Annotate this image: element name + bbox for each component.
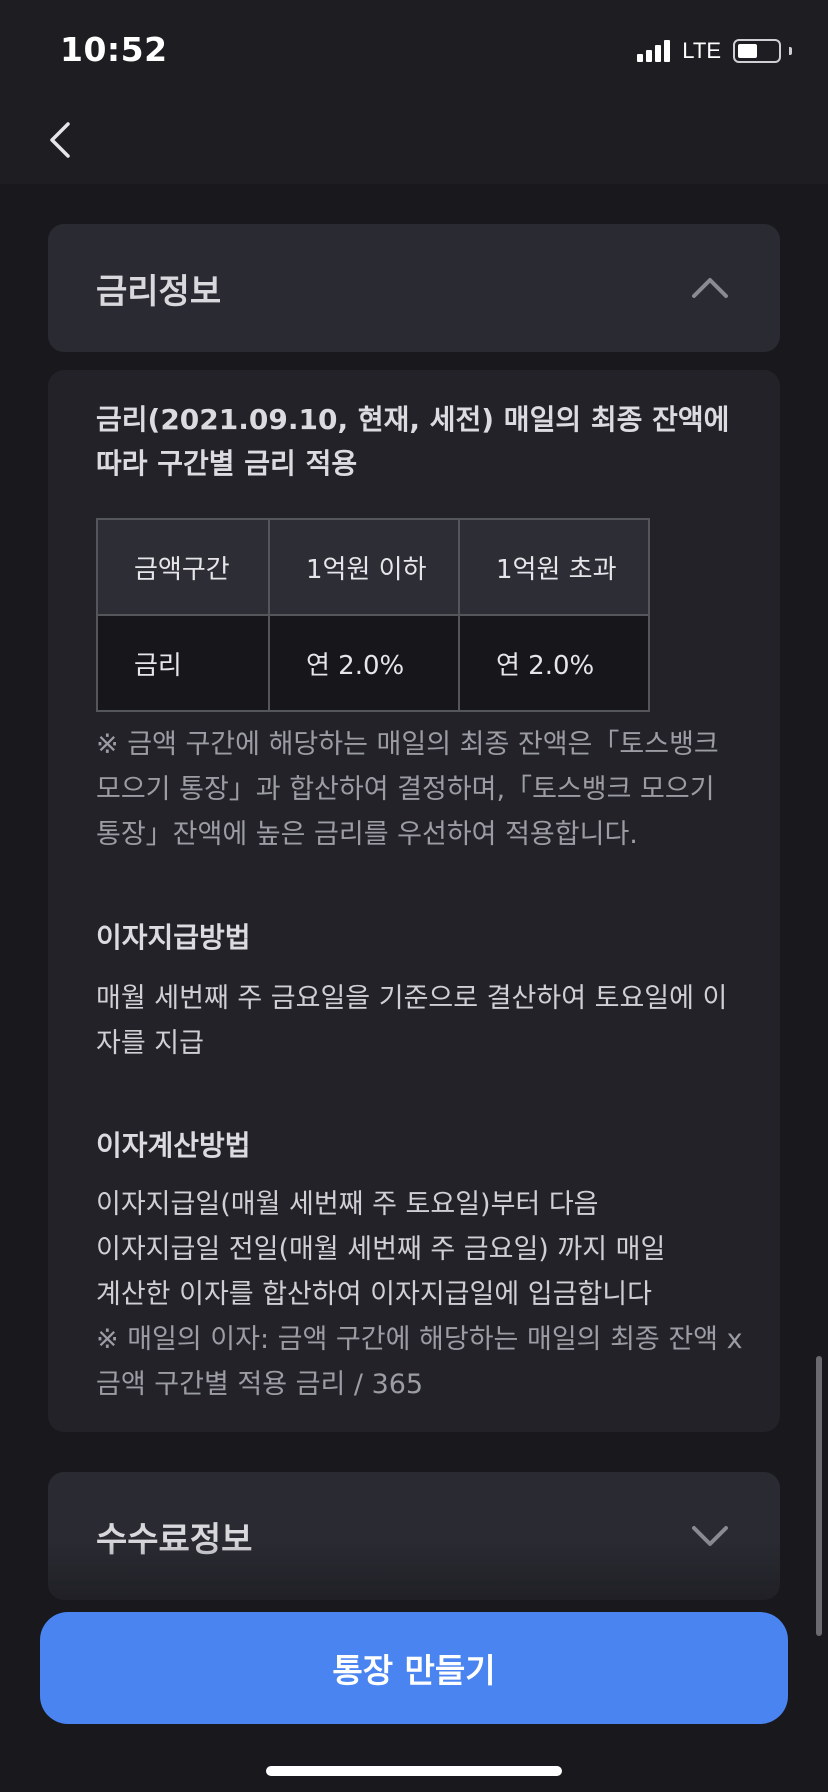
nav-bar — [0, 96, 828, 184]
rate-note: ※ 금액 구간에 해당하는 매일의 최종 잔액은「토스뱅크 모으기 통장」과 합… — [96, 729, 719, 850]
status-bar: 10:52 LTE — [0, 0, 828, 96]
calculation-line-2: 이자지급일 전일(매월 세번째 주 금요일) 까지 매일 — [96, 1234, 666, 1265]
rate-table: 금액구간 1억원 이하 1억원 초과 금리 연 2.0% 연 2.0% — [96, 518, 650, 712]
create-account-button[interactable]: 통장 만들기 — [40, 1612, 788, 1724]
table-header-cell: 1억원 이하 — [268, 518, 460, 616]
chevron-up-icon[interactable] — [690, 270, 730, 306]
rate-section-header[interactable]: 금리정보 — [48, 224, 780, 352]
table-row: 금리 연 2.0% 연 2.0% — [96, 614, 650, 712]
home-indicator — [266, 1766, 562, 1776]
table-header-cell: 1억원 초과 — [458, 518, 650, 616]
payment-method-text: 매월 세번째 주 금요일을 기준으로 결산하여 토요일에 이자를 지급 — [96, 983, 728, 1059]
scrollbar[interactable] — [816, 1356, 822, 1636]
table-cell: 금리 — [96, 614, 270, 712]
table-cell: 연 2.0% — [458, 614, 650, 712]
calculation-method-title: 이자계산방법 — [96, 1129, 251, 1162]
calculation-line-3: 계산한 이자를 합산하여 이자지급일에 입금합니다 — [96, 1279, 652, 1310]
rate-section-title: 금리정보 — [96, 272, 222, 312]
table-header-cell: 금액구간 — [96, 518, 270, 616]
fee-section-title: 수수료정보 — [96, 1520, 253, 1560]
calculation-line-1: 이자지급일(매월 세번째 주 토요일)부터 다음 — [96, 1189, 599, 1220]
status-time: 10:52 — [60, 30, 168, 69]
chevron-down-icon[interactable] — [690, 1518, 730, 1554]
battery-cap — [789, 47, 792, 55]
fee-section-header[interactable]: 수수료정보 — [48, 1472, 780, 1600]
table-cell: 연 2.0% — [268, 614, 460, 712]
payment-method-title: 이자지급방법 — [96, 921, 251, 954]
battery-icon — [733, 39, 781, 63]
rate-section-body: 금리(2021.09.10, 현재, 세전) 매일의 최종 잔액에 따라 구간별… — [48, 370, 780, 1432]
chevron-left-icon[interactable] — [42, 118, 82, 162]
table-header-row: 금액구간 1억원 이하 1억원 초과 — [96, 518, 650, 616]
calculation-note: ※ 매일의 이자: 금액 구간에 해당하는 매일의 최종 잔액 x 금액 구간별… — [96, 1324, 743, 1400]
rate-intro: 금리(2021.09.10, 현재, 세전) 매일의 최종 잔액에 따라 구간별… — [96, 403, 730, 480]
battery-fill — [738, 44, 757, 58]
status-indicators: LTE — [637, 38, 792, 64]
signal-icon — [637, 40, 671, 62]
network-label: LTE — [682, 38, 721, 63]
